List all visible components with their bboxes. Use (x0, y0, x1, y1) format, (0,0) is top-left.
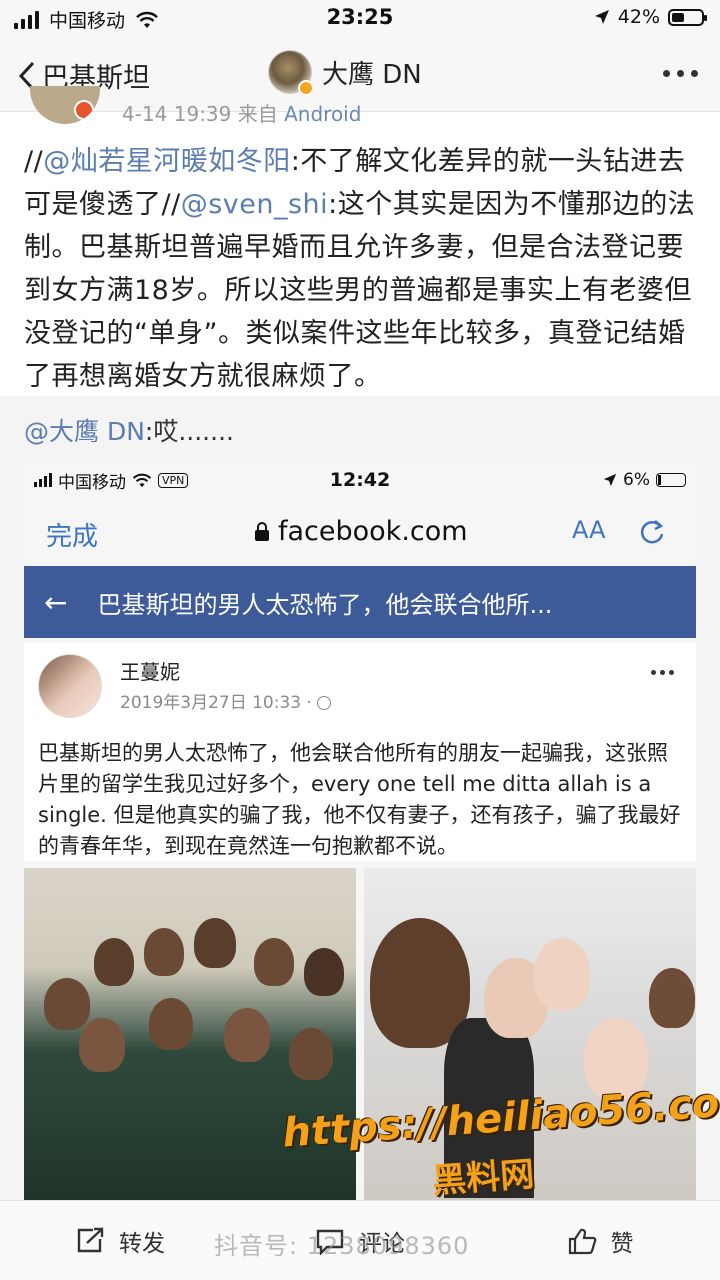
mention-link[interactable]: @sven_shi (181, 189, 328, 220)
embedded-url: facebook.com (278, 516, 468, 547)
embedded-status-bar: 中国移动 VPN 12:42 6% (24, 462, 696, 498)
post-text-seg: // (24, 146, 44, 177)
embedded-url-bar: 完成 facebook.com AA (24, 498, 696, 570)
battery-percent: 42% (617, 6, 660, 28)
avatar (268, 50, 314, 96)
like-button[interactable]: 赞 (480, 1224, 720, 1258)
repost-label: 转发 (119, 1230, 165, 1257)
lock-icon (255, 521, 269, 541)
embedded-author: 王蔓妮 (120, 660, 180, 684)
nav-profile[interactable]: 大鹰 DN (268, 50, 422, 96)
embedded-post-text: 巴基斯坦的男人太恐怖了，他会联合他所有的朋友一起骗我，这张照片里的留学生我见过好… (38, 741, 681, 858)
repost-button[interactable]: 转发 (0, 1224, 240, 1258)
verified-badge-icon (74, 100, 94, 120)
mention-link[interactable]: @大鹰 DN (24, 417, 145, 446)
repost-text: :哎....... (144, 417, 234, 446)
embedded-fb-title: 巴基斯坦的男人太恐怖了，他会联合他所... (97, 590, 553, 619)
embedded-fb-post: 王蔓妮 2019年3月27日 10:33 · 巴基斯坦的男人太恐怖了，他会联合他… (24, 642, 696, 862)
post-body: //@灿若星河暖如冬阳:不了解文化差异的就一头钻进去可是傻透了//@sven_s… (24, 140, 700, 398)
thumbs-up-icon (568, 1228, 596, 1254)
nav-title: 大鹰 DN (322, 59, 422, 90)
location-icon (594, 10, 609, 24)
verified-badge-icon (298, 80, 314, 96)
more-options-icon (651, 670, 674, 675)
post-source[interactable]: Android (284, 102, 361, 126)
watermark-name: 黑料网 (430, 1154, 536, 1202)
embedded-done-button: 完成 (46, 522, 99, 552)
reload-icon (640, 520, 664, 544)
arrow-left-icon: ← (44, 585, 68, 619)
avatar (38, 654, 102, 718)
post-meta: 4-14 19:39 来自 Android (0, 86, 720, 126)
embedded-fb-header: ← 巴基斯坦的男人太恐怖了，他会联合他所... (24, 566, 696, 638)
more-options-icon[interactable] (663, 70, 698, 77)
embedded-date: 2019年3月27日 10:33 · (120, 693, 312, 713)
like-label: 赞 (610, 1230, 634, 1257)
status-bar: 中国移动 23:25 42% (0, 0, 720, 36)
post-avatar[interactable] (30, 86, 100, 124)
text-size-icon: AA (572, 516, 606, 544)
post-source-prefix: 来自 (237, 102, 278, 126)
battery-icon (656, 473, 686, 487)
location-icon (603, 473, 617, 487)
battery-icon (668, 8, 707, 26)
embedded-battery-percent: 6% (623, 470, 650, 490)
embedded-clock: 12:42 (329, 469, 391, 491)
globe-icon (317, 696, 332, 710)
mention-link[interactable]: @灿若星河暖如冬阳 (43, 146, 291, 177)
tiktok-watermark: 抖音号: 1238098360 (214, 1232, 470, 1260)
post-time: 4-14 19:39 (122, 102, 232, 126)
repost-icon (77, 1227, 104, 1252)
